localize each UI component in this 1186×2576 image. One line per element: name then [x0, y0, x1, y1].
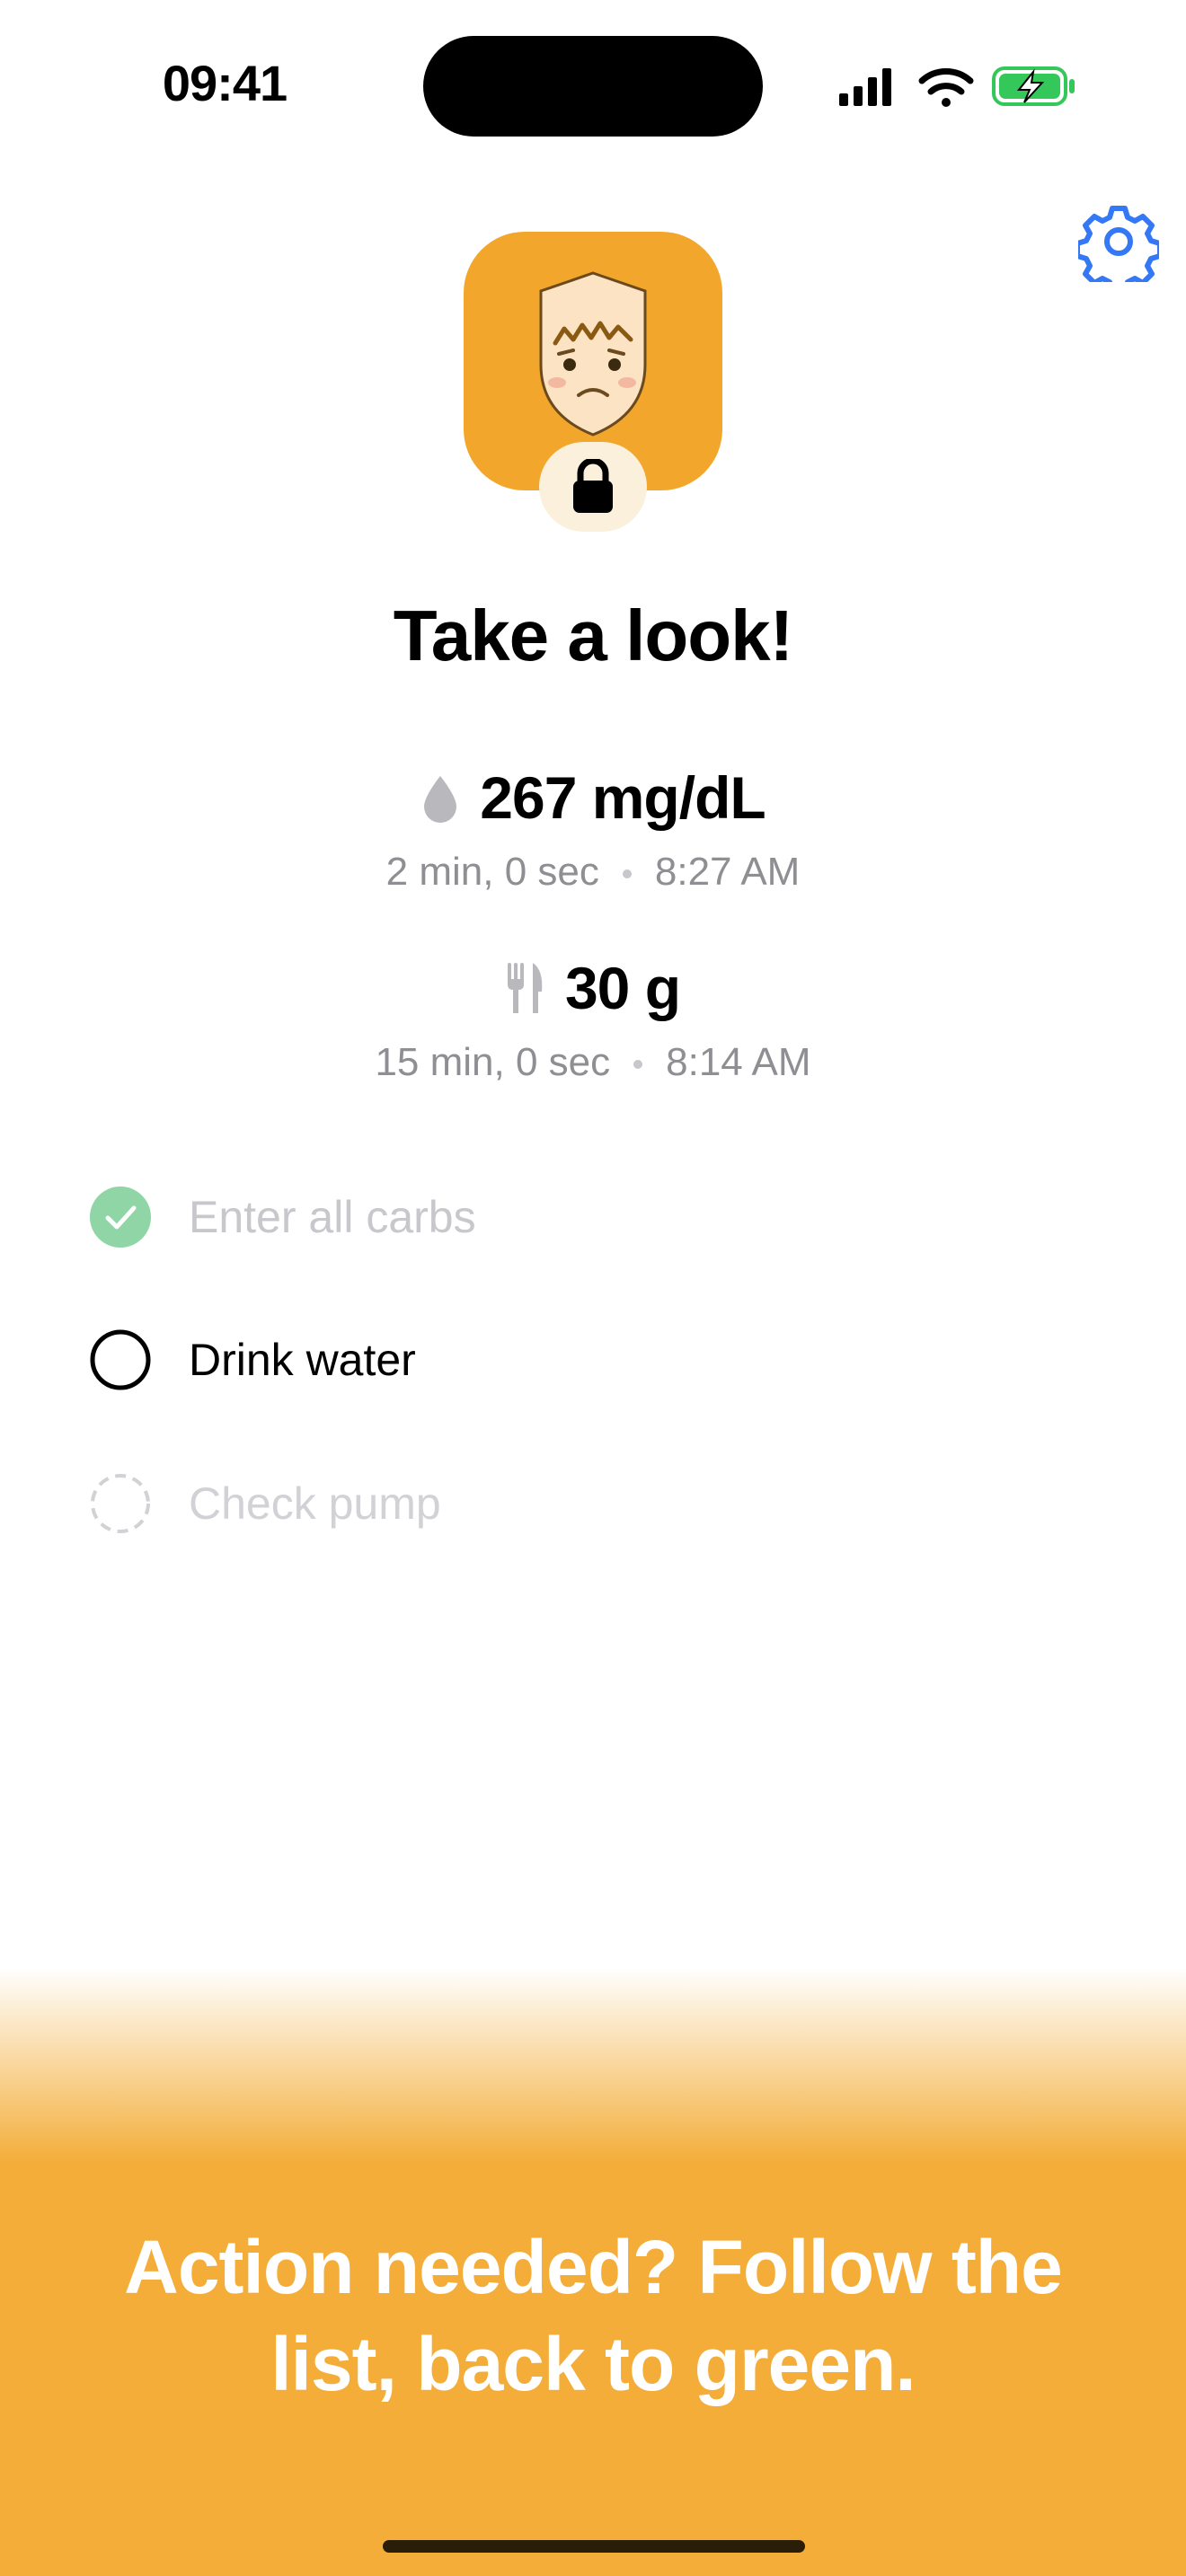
status-time: 09:41: [162, 55, 288, 111]
glucose-value: 267 mg/dL: [480, 764, 766, 831]
task-drink-water[interactable]: Drink water: [90, 1328, 416, 1391]
separator-dot: [622, 869, 632, 879]
carbs-reading: 30 g: [0, 954, 1186, 1022]
task-label: Check pump: [189, 1478, 441, 1529]
carbs-value: 30 g: [564, 955, 681, 1021]
glucose-time: 8:27 AM: [654, 850, 801, 894]
bottom-gradient: [0, 1967, 1186, 2165]
fork-knife-icon: [507, 963, 543, 1013]
glucose-elapsed: 2 min, 0 sec: [385, 850, 599, 894]
separator-dot: [633, 1060, 643, 1070]
cellular-signal-icon: [839, 68, 891, 106]
empty-circle-icon: [90, 1329, 151, 1390]
dynamic-island: [423, 36, 763, 137]
task-label: Enter all carbs: [189, 1192, 476, 1242]
glucose-meta: 2 min, 0 sec 8:27 AM: [0, 850, 1186, 895]
checkmark-circle-icon: [90, 1187, 151, 1248]
carbs-elapsed: 15 min, 0 sec: [375, 1040, 611, 1084]
page-title: Take a look!: [393, 595, 793, 675]
lock-badge: [539, 442, 647, 532]
task-label: Drink water: [189, 1335, 416, 1385]
status-icons: [836, 59, 1078, 113]
settings-button[interactable]: [1075, 201, 1163, 294]
promo-line-1: Action needed? Follow the: [124, 2225, 1063, 2309]
promo-caption: Action needed? Follow the list, back to …: [36, 2219, 1150, 2413]
glucose-reading: 267 mg/dL: [0, 763, 1186, 832]
wifi-icon: [918, 68, 974, 107]
task-enter-carbs[interactable]: Enter all carbs: [90, 1186, 476, 1248]
dashed-circle-icon: [91, 1474, 150, 1533]
promo-line-2: list, back to green.: [270, 2322, 916, 2406]
carbs-time: 8:14 AM: [666, 1040, 811, 1084]
task-check-pump: Check pump: [90, 1472, 441, 1535]
home-indicator[interactable]: [383, 2540, 805, 2553]
lock-icon: [573, 459, 613, 513]
battery-charging-icon: [992, 66, 1075, 106]
drop-icon: [424, 776, 457, 823]
carbs-meta: 15 min, 0 sec 8:14 AM: [0, 1040, 1186, 1085]
gear-icon: [1075, 206, 1163, 294]
